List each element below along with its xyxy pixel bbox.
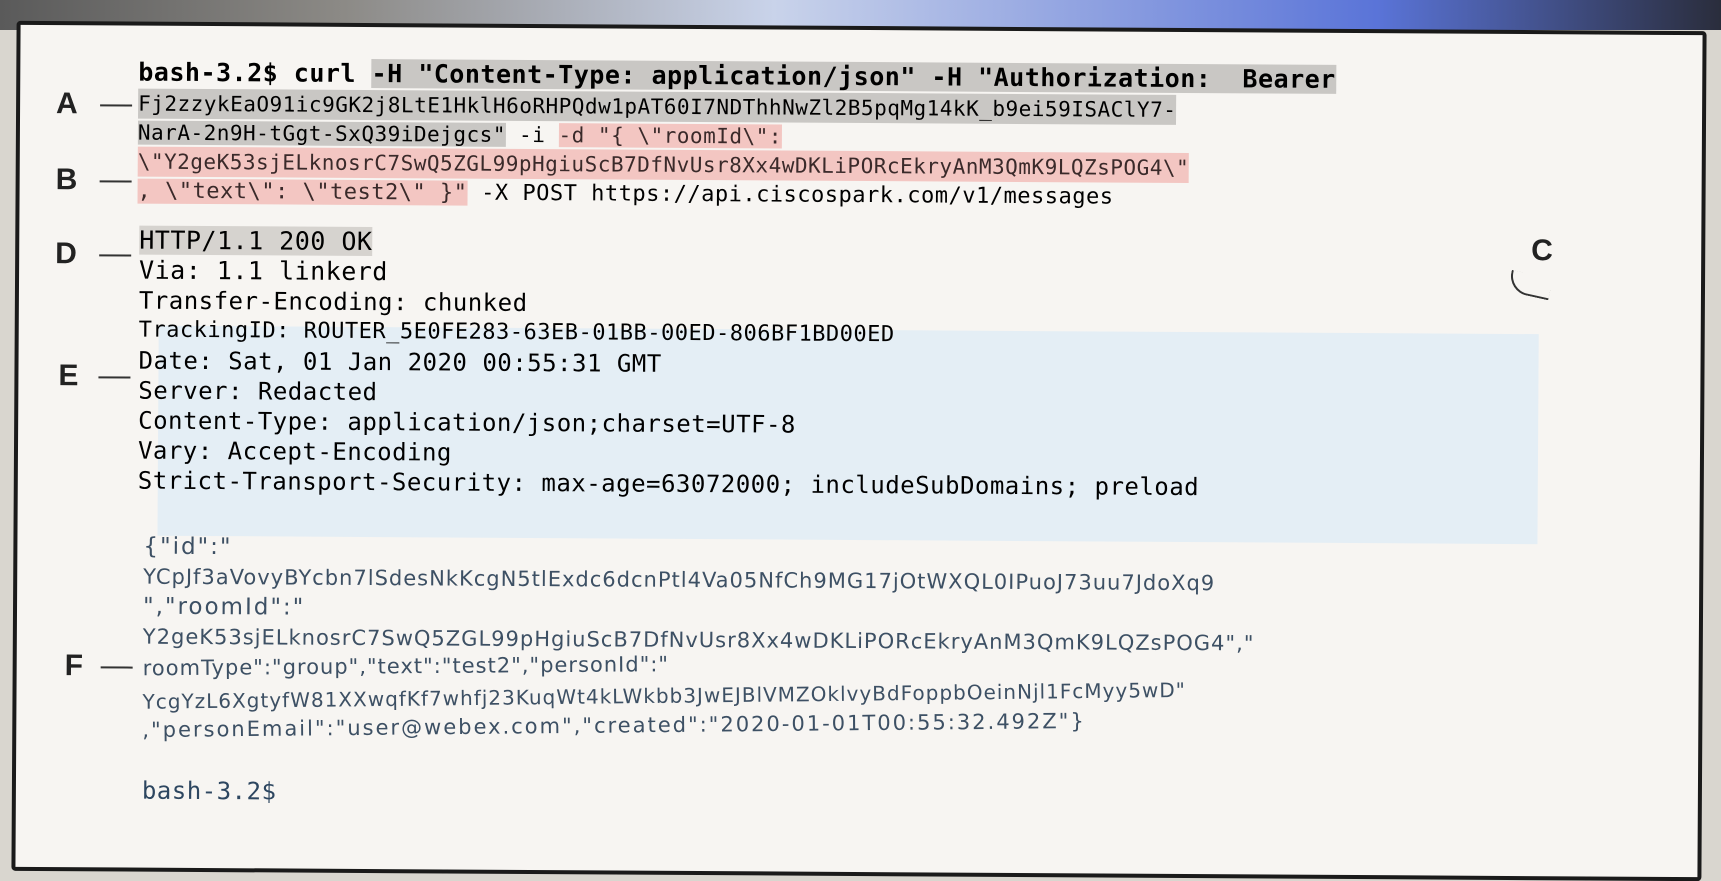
- command-line-5: , \"text\": \"test2\" }" -X POST https:/…: [137, 177, 1114, 213]
- response-body-line-1: {"id":": [143, 533, 233, 561]
- header-vary: Vary: Accept-Encoding: [137, 436, 453, 467]
- terminal-window[interactable]: A B C D E F bash-3.2$ curl -H "Content-T…: [11, 20, 1707, 881]
- final-prompt[interactable]: bash-3.2$: [142, 776, 277, 807]
- marker-e: E: [58, 359, 79, 393]
- marker-c-line: [1507, 269, 1553, 301]
- curl-command: curl: [293, 58, 357, 88]
- marker-f-line: [100, 666, 133, 669]
- data-flag: -d "{ \"roomId\":: [558, 123, 783, 149]
- marker-b-line: [99, 180, 132, 183]
- marker-a-line: [100, 104, 133, 107]
- marker-e-line: [98, 376, 131, 379]
- marker-d-line: [99, 254, 132, 257]
- header-server: Server: Redacted: [138, 376, 378, 407]
- marker-d: D: [55, 237, 77, 271]
- header-transfer-encoding: Transfer-Encoding: chunked: [138, 286, 528, 317]
- header-flags: -H "Content-Type: application/json" -H "…: [371, 59, 1336, 94]
- response-body-line-5: roomType":"group","text":"test2","person…: [142, 652, 670, 681]
- marker-b: B: [55, 163, 78, 197]
- include-flag: -i: [519, 122, 546, 148]
- response-body-line-3: ","roomId":": [142, 593, 306, 621]
- shell-prompt: bash-3.2$: [138, 57, 279, 88]
- header-content-type: Content-Type: application/json;charset=U…: [138, 406, 797, 439]
- bearer-token-line-2: NarA-2n9H-tGgt-SxQ39iDejgcs": [137, 120, 507, 147]
- method-url: -X POST https://api.ciscospark.com/v1/me…: [481, 180, 1114, 210]
- marker-f: F: [64, 649, 84, 683]
- marker-c: C: [1531, 234, 1554, 268]
- marker-a: A: [56, 87, 78, 121]
- header-tracking-id: TrackingID: ROUTER_5E0FE283-63EB-01BB-00…: [138, 317, 895, 348]
- status-line: HTTP/1.1 200 OK: [139, 225, 373, 257]
- header-via: Via: 1.1 linkerd: [139, 255, 389, 287]
- header-date: Date: Sat, 01 Jan 2020 00:55:31 GMT: [138, 346, 662, 378]
- response-status: HTTP/1.1 200 OK: [139, 225, 373, 257]
- text-payload: , \"text\": \"test2\" }": [137, 178, 468, 206]
